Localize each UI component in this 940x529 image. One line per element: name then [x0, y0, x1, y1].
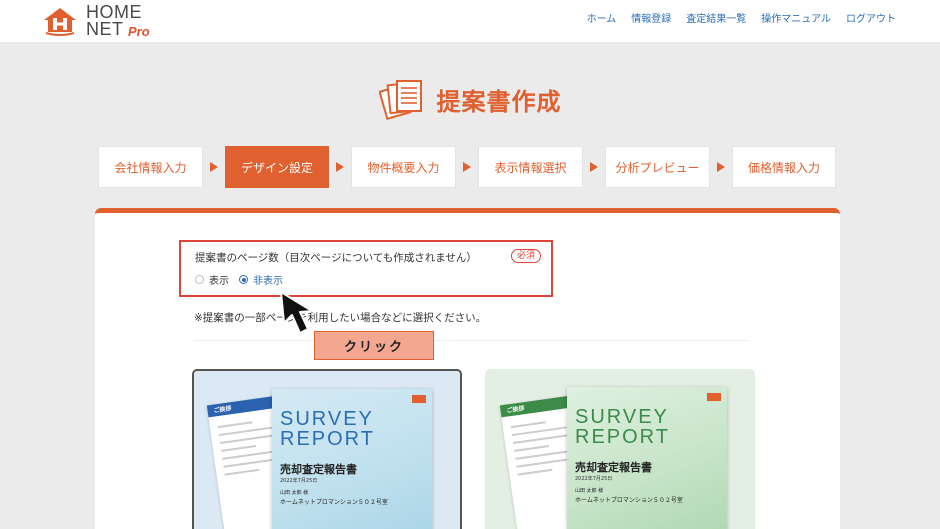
- toc-setting-label: 提案書のページ数（目次ページについても作成されません）: [195, 252, 477, 264]
- homenet-logo[interactable]: HOME NET Pro: [42, 3, 162, 39]
- cover-date: 2022年7月25日: [575, 476, 613, 482]
- step-arrow-icon: [456, 146, 478, 188]
- house-logo-icon: [44, 8, 76, 36]
- wizard-steps: 会社情報入力 デザイン設定 物件概要入力 表示情報選択 分析プレビュー 価格情報…: [98, 145, 838, 189]
- radio-show-label: 表示: [209, 276, 229, 287]
- radio-hide-label: 非表示: [253, 276, 283, 287]
- cover-survey-text: SURVEY: [280, 408, 374, 430]
- page-title-area: 提案書作成: [0, 78, 940, 120]
- divider: [194, 340, 749, 341]
- nav-manual[interactable]: 操作マニュアル: [761, 13, 831, 27]
- logo-text-pro: Pro: [128, 24, 150, 39]
- greeting-header: ご挨拶: [506, 405, 525, 415]
- cover-survey-text: SURVEY: [575, 406, 669, 428]
- step-property-overview[interactable]: 物件概要入力: [351, 146, 456, 188]
- cover-addressee: 山田 太郎 様: [575, 488, 604, 494]
- radio-show[interactable]: 表示: [195, 272, 229, 287]
- step-arrow-icon: [710, 146, 732, 188]
- page-title: 提案書作成: [436, 87, 562, 116]
- required-badge: 必須: [511, 249, 542, 263]
- step-design-setting[interactable]: デザイン設定: [225, 146, 329, 188]
- nav-home[interactable]: ホーム: [587, 13, 617, 27]
- cover-report-title: 売却査定報告書: [575, 461, 652, 474]
- step-arrow-icon: [203, 146, 225, 188]
- step-price-info[interactable]: 価格情報入力: [732, 146, 836, 188]
- radio-hide-dot[interactable]: [239, 275, 248, 284]
- cover-page-thumbnail: SURVEY REPORT 売却査定報告書 2022年7月25日 山田 太郎 様…: [272, 389, 432, 529]
- toc-radio-group: 表示 非表示: [195, 272, 283, 287]
- top-header: HOME NET Pro ホーム 情報登録 査定結果一覧 操作マニュアル ログア…: [0, 0, 940, 42]
- cover-report-title: 売却査定報告書: [280, 463, 357, 476]
- greeting-header: ご挨拶: [213, 405, 232, 415]
- global-nav: ホーム 情報登録 査定結果一覧 操作マニュアル ログアウト: [587, 13, 896, 27]
- toc-setting-highlight: 提案書のページ数（目次ページについても作成されません） 必須 表示 非表示: [179, 240, 553, 297]
- step-display-info[interactable]: 表示情報選択: [478, 146, 583, 188]
- nav-assessment-list[interactable]: 査定結果一覧: [686, 13, 746, 27]
- cover-company: ホームネットプロマンション５０２号室: [575, 497, 683, 504]
- step-arrow-icon: [583, 146, 605, 188]
- cover-company: ホームネットプロマンション５０２号室: [280, 499, 388, 506]
- radio-show-dot[interactable]: [195, 275, 204, 284]
- cover-date: 2022年7月25日: [280, 478, 318, 484]
- mouse-pointer-icon: [280, 291, 313, 334]
- step-company-info[interactable]: 会社情報入力: [98, 146, 203, 188]
- documents-icon: [378, 80, 422, 120]
- design-option-green[interactable]: ご挨拶 SURVEY REPORT 売却査定報告書 2022年7月25日 山田 …: [485, 369, 755, 529]
- cover-page-thumbnail: SURVEY REPORT 売却査定報告書 2022年7月25日 山田 太郎 様…: [567, 387, 727, 529]
- nav-logout[interactable]: ログアウト: [846, 13, 896, 27]
- usage-note: ※提案書の一部ページを利用したい場合などに選択ください。: [194, 312, 487, 324]
- logo-text-net: NET: [86, 19, 124, 39]
- cover-addressee: 山田 太郎 様: [280, 490, 309, 496]
- cover-report-text: REPORT: [575, 426, 670, 448]
- mini-logo-icon: [412, 395, 426, 403]
- cover-report-text: REPORT: [280, 428, 375, 450]
- click-annotation: クリック: [314, 331, 434, 360]
- design-option-blue[interactable]: ご挨拶 SURVEY REPORT 売却査定報告書 2022年7月25日 山田 …: [192, 369, 462, 529]
- step-arrow-icon: [329, 146, 351, 188]
- mini-logo-icon: [707, 393, 721, 401]
- nav-info-register[interactable]: 情報登録: [631, 13, 671, 27]
- design-settings-panel: 提案書のページ数（目次ページについても作成されません） 必須 表示 非表示 ※提…: [95, 208, 840, 529]
- step-analysis-preview[interactable]: 分析プレビュー: [605, 146, 710, 188]
- radio-hide[interactable]: 非表示: [239, 272, 283, 287]
